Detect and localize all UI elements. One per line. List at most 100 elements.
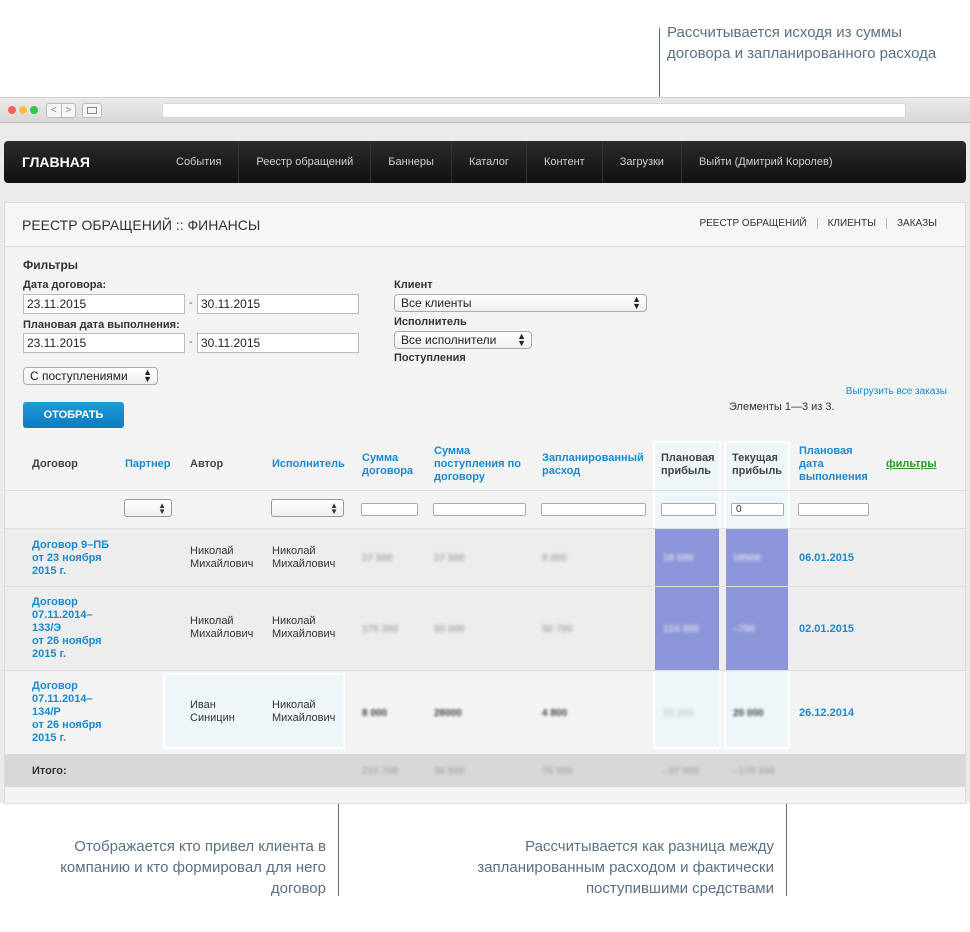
client-select[interactable]: Все клиенты ▲ ▼: [394, 294, 647, 312]
select-arrows-icon: ▲ ▼: [158, 501, 166, 516]
planned-date-label: Плановая дата выполнения:: [23, 319, 180, 331]
executor-name: Николай Михайлович: [272, 545, 336, 570]
total-income-sum: 36 500: [434, 766, 465, 777]
col-header-partner[interactable]: Партнер: [125, 458, 170, 471]
col-header-planned-profit: Плановая прибыль: [661, 452, 715, 477]
select-arrows-icon: ▲ ▼: [632, 294, 641, 311]
sidebar-toggle-icon[interactable]: [82, 103, 102, 118]
date-range-separator: -: [189, 336, 193, 348]
nav-menu: События Реестр обращений Баннеры Каталог…: [159, 141, 849, 183]
nav-item-events[interactable]: События: [159, 141, 238, 183]
executor-select[interactable]: Все исполнители ▲ ▼: [394, 331, 532, 349]
col-header-planned-expense[interactable]: Запланированный расход: [542, 452, 650, 478]
contract-link[interactable]: Договор 9–ПБ от 23 ноября 2015 г.: [32, 539, 109, 578]
client-select-value: Все клиенты: [401, 296, 472, 310]
contract-sum-value: 175 200: [362, 624, 399, 635]
total-current-profit: –179 200: [733, 766, 775, 777]
link-orders[interactable]: ЗАКАЗЫ: [886, 218, 947, 229]
planned-expense-value: 4 800: [542, 708, 568, 719]
contract-sum-filter-input[interactable]: [361, 503, 418, 516]
planned-date-filter-input[interactable]: [798, 503, 869, 516]
panel-header: РЕЕСТР ОБРАЩЕНИЙ :: ФИНАНСЫ РЕЕСТР ОБРАЩ…: [5, 203, 965, 247]
select-arrows-icon: ▲ ▼: [330, 501, 338, 516]
items-count: Элементы 1—3 из 3.: [729, 401, 835, 413]
nav-item-content[interactable]: Контент: [525, 141, 602, 183]
author-name: Николай Михайлович: [190, 545, 254, 570]
contract-link[interactable]: Договор 07.11.2014– 134/Р от 26 ноября 2015 …: [32, 680, 102, 745]
executor-name: Николай Михайлович: [272, 615, 336, 640]
header-divider: [5, 490, 965, 491]
nav-item-registry[interactable]: Реестр обращений: [238, 141, 370, 183]
contract-link[interactable]: Договор 07.11.2014– 133/Э от 26 ноября 2015 …: [32, 596, 102, 661]
col-header-income-sum[interactable]: Сумма поступления по договору: [434, 445, 530, 484]
page-links: РЕЕСТР ОБРАЩЕНИЙ КЛИЕНТЫ ЗАКАЗЫ: [689, 218, 947, 229]
income-select[interactable]: С поступлениями ▲ ▼: [23, 367, 158, 385]
planned-expense-value: 9 000: [542, 553, 568, 564]
minimize-window-button[interactable]: [19, 106, 27, 114]
total-planned-expense: 75 500: [542, 766, 573, 777]
current-profit-value: 18500: [733, 553, 761, 564]
contract-sum-value: 27 000: [362, 553, 393, 564]
executor-select-value: Все исполнители: [401, 333, 497, 347]
col-header-contract-sum[interactable]: Сумма договора: [362, 452, 422, 478]
current-profit-value: –700: [733, 624, 756, 635]
planned-date-value: 06.01.2015: [799, 552, 855, 564]
partner-filter-select[interactable]: ▲ ▼: [124, 499, 172, 517]
nav-item-logout[interactable]: Выйти (Дмитрий Королев): [680, 141, 850, 183]
submit-filter-button[interactable]: ОТОБРАТЬ: [23, 402, 124, 428]
col-header-planned-date[interactable]: Плановая дата выполнения: [799, 445, 869, 484]
history-nav: < >: [46, 103, 76, 118]
planned-expense-value: 50 700: [542, 624, 573, 635]
income-sum-value: 50 000: [434, 624, 465, 635]
back-arrow-icon[interactable]: <: [47, 104, 61, 117]
income-sum-filter-input[interactable]: [433, 503, 526, 516]
browser-window: < > ГЛАВНАЯ События Реестр обращений Бан…: [0, 97, 970, 804]
income-select-value: С поступлениями: [30, 369, 128, 383]
executor-label: Исполнитель: [394, 316, 467, 328]
contract-date-to-input[interactable]: 30.11.2015: [197, 294, 359, 314]
planned-profit-filter-input[interactable]: [661, 503, 716, 516]
client-label: Клиент: [394, 279, 433, 291]
total-planned-profit: –37 000: [663, 766, 700, 777]
export-all-orders-link[interactable]: Выгрузить все заказы: [846, 386, 947, 397]
current-profit-filter-input[interactable]: 0: [731, 503, 784, 516]
col-header-executor[interactable]: Исполнитель: [272, 458, 345, 471]
total-label: Итого:: [32, 765, 67, 777]
contract-date-label: Дата договора:: [23, 279, 107, 291]
income-sum-value: 27 000: [434, 553, 465, 564]
income-label: Поступления: [394, 352, 466, 364]
maximize-window-button[interactable]: [30, 106, 38, 114]
planned-date-value: 02.01.2015: [799, 623, 855, 635]
close-window-button[interactable]: [8, 106, 16, 114]
browser-toolbar: < >: [0, 98, 970, 123]
select-arrows-icon: ▲ ▼: [517, 331, 526, 348]
executor-name: Николай Михайлович: [272, 699, 336, 724]
nav-item-catalog[interactable]: Каталог: [450, 141, 526, 183]
planned-date-to-input[interactable]: 30.11.2015: [197, 333, 359, 353]
link-registry[interactable]: РЕЕСТР ОБРАЩЕНИЙ: [689, 218, 816, 229]
nav-brand-home[interactable]: ГЛАВНАЯ: [22, 154, 90, 170]
planned-date-from-input[interactable]: 23.11.2015: [23, 333, 185, 353]
callout-current-profit: Рассчитывается как разница между заплани…: [477, 838, 774, 897]
nav-item-uploads[interactable]: Загрузки: [601, 141, 681, 183]
date-range-separator: -: [189, 297, 193, 309]
planned-date-value: 26.12.2014: [799, 707, 855, 719]
page-title: РЕЕСТР ОБРАЩЕНИЙ :: ФИНАНСЫ: [22, 217, 261, 233]
link-clients[interactable]: КЛИЕНТЫ: [816, 218, 886, 229]
address-bar[interactable]: [162, 103, 906, 118]
author-name: Николай Михайлович: [190, 615, 254, 640]
col-header-author: Автор: [190, 458, 224, 470]
col-header-contract: Договор: [32, 458, 78, 470]
planned-profit-value: 124 500: [663, 624, 700, 635]
contract-date-from-input[interactable]: 23.11.2015: [23, 294, 185, 314]
toggle-filters-link[interactable]: фильтры: [886, 458, 937, 471]
col-header-current-profit: Текущая прибыль: [732, 452, 783, 477]
contract-sum-value: 8 000: [362, 708, 388, 719]
executor-filter-select[interactable]: ▲ ▼: [271, 499, 344, 517]
forward-arrow-icon[interactable]: >: [60, 104, 76, 117]
nav-item-banners[interactable]: Баннеры: [370, 141, 451, 183]
income-sum-value: 28000: [434, 708, 462, 719]
planned-expense-filter-input[interactable]: [541, 503, 646, 516]
total-contract-sum: 210 700: [362, 766, 399, 777]
planned-profit-value: 18 500: [663, 553, 694, 564]
